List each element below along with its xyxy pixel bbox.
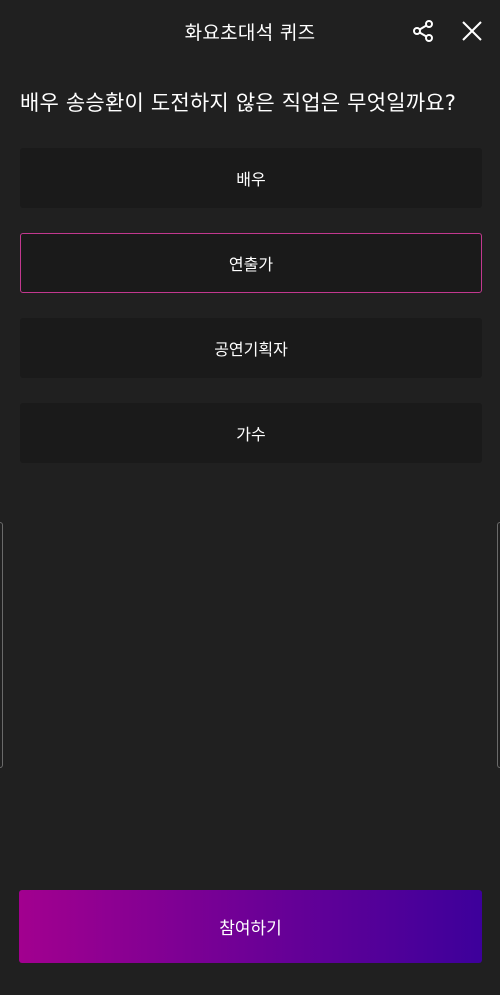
close-button[interactable]: [457, 16, 487, 46]
share-icon: [413, 20, 433, 42]
share-button[interactable]: [408, 16, 438, 46]
answer-option-4[interactable]: 가수: [20, 403, 482, 463]
answer-option-3[interactable]: 공연기획자: [20, 318, 482, 378]
answer-option-2[interactable]: 연출가: [20, 233, 482, 293]
quiz-question: 배우 송승환이 도전하지 않은 직업은 무엇일까요?: [20, 91, 457, 115]
left-edge-indicator: [0, 522, 3, 768]
answer-option-1[interactable]: 배우: [20, 148, 482, 208]
close-icon: [462, 21, 482, 41]
answer-options: 배우 연출가 공연기획자 가수: [20, 148, 482, 488]
header: 화요초대석 퀴즈: [0, 0, 500, 62]
join-button[interactable]: 참여하기: [19, 890, 482, 963]
